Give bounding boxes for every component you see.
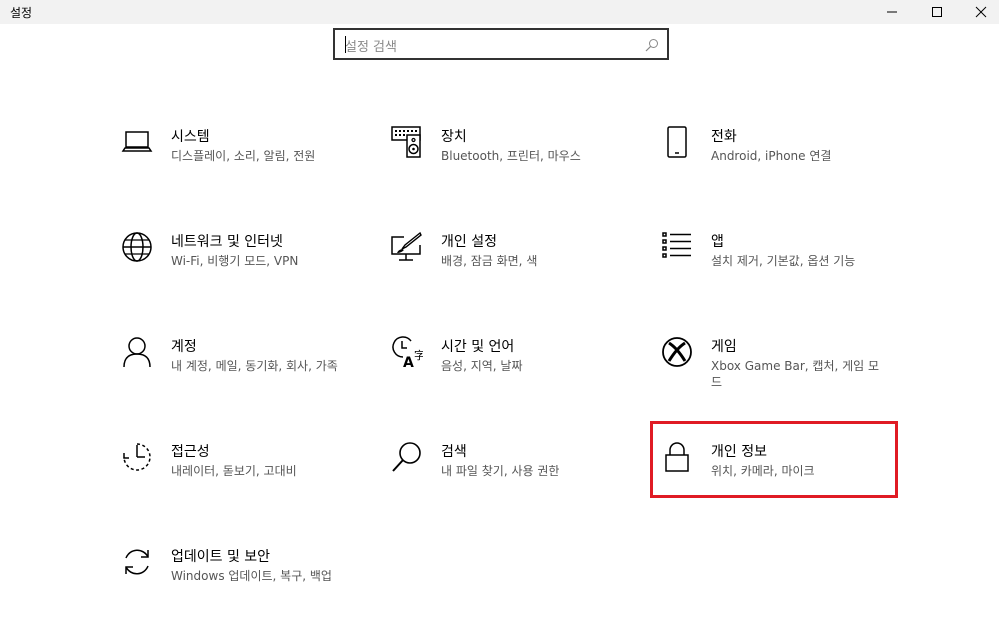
tile-name: 개인 설정: [441, 234, 497, 250]
laptop-icon: [120, 125, 154, 159]
tile-accounts[interactable]: 계정 내 계정, 메일, 동기화, 회사, 가족: [120, 335, 370, 415]
maximize-button[interactable]: [914, 0, 959, 24]
tile-name: 네트워크 및 인터넷: [171, 234, 283, 250]
maximize-icon: [931, 7, 942, 17]
search-input[interactable]: 설정 검색: [333, 28, 669, 60]
globe-icon: [120, 230, 154, 264]
tile-apps[interactable]: 앱 설치 제거, 기본값, 옵션 기능: [660, 230, 910, 310]
keyboard-speaker-icon: [390, 125, 424, 159]
tile-network[interactable]: 네트워크 및 인터넷 Wi-Fi, 비행기 모드, VPN: [120, 230, 370, 310]
close-icon: [975, 6, 986, 18]
phone-icon: [660, 125, 694, 159]
magnifier-icon: [390, 440, 424, 474]
highlight-box: [650, 421, 898, 498]
tile-description: Windows 업데이트, 복구, 백업: [171, 569, 332, 583]
tile-description: 배경, 잠금 화면, 색: [441, 254, 538, 268]
svg-text:A: A: [403, 355, 414, 368]
tile-name: 전화: [711, 129, 737, 145]
minimize-button[interactable]: [869, 0, 914, 24]
tile-description: Android, iPhone 연결: [711, 149, 832, 163]
tile-description: 내 계정, 메일, 동기화, 회사, 가족: [171, 359, 338, 373]
text-caret: [345, 36, 346, 53]
search-placeholder: 설정 검색: [345, 40, 397, 55]
tile-accessibility[interactable]: 접근성 내레이터, 돋보기, 고대비: [120, 440, 370, 520]
tile-name: 계정: [171, 339, 197, 355]
close-button[interactable]: [958, 0, 999, 24]
tile-devices[interactable]: 장치 Bluetooth, 프린터, 마우스: [390, 125, 640, 205]
tile-name: 검색: [441, 444, 467, 460]
tile-name: 시간 및 언어: [441, 339, 515, 355]
minimize-icon: [886, 11, 897, 13]
app-list-icon: [660, 230, 694, 264]
paintbrush-monitor-icon: [390, 230, 424, 264]
tile-description: 음성, 지역, 날짜: [441, 359, 523, 373]
xbox-icon: [660, 335, 694, 369]
tile-personalization[interactable]: 개인 설정 배경, 잠금 화면, 색: [390, 230, 640, 310]
tile-description: 설치 제거, 기본값, 옵션 기능: [711, 254, 856, 268]
tile-description: 디스플레이, 소리, 알림, 전원: [171, 149, 316, 163]
tile-description: 내레이터, 돋보기, 고대비: [171, 464, 297, 478]
tile-name: 장치: [441, 129, 467, 145]
tile-system[interactable]: 시스템 디스플레이, 소리, 알림, 전원: [120, 125, 370, 205]
svg-text:字: 字: [414, 348, 423, 362]
tile-name: 게임: [711, 339, 737, 355]
tile-gaming[interactable]: 게임 Xbox Game Bar, 캡처, 게임 모드: [660, 335, 910, 415]
sync-icon: [120, 545, 154, 579]
tile-name: 앱: [711, 234, 724, 250]
tile-phone[interactable]: 전화 Android, iPhone 연결: [660, 125, 910, 205]
tile-time-language[interactable]: A字 시간 및 언어 음성, 지역, 날짜: [390, 335, 640, 415]
title-bar: 설정: [0, 0, 999, 24]
tile-name: 시스템: [171, 129, 210, 145]
tile-description: Wi-Fi, 비행기 모드, VPN: [171, 254, 299, 268]
tile-name: 접근성: [171, 444, 210, 460]
tile-name: 업데이트 및 보안: [171, 549, 271, 565]
tile-description: Xbox Game Bar, 캡처, 게임 모드: [711, 359, 880, 389]
accessibility-timer-icon: [120, 440, 154, 474]
clock-language-icon: A字: [390, 335, 424, 369]
window-title: 설정: [10, 6, 33, 20]
search-icon[interactable]: [645, 37, 659, 56]
tile-description: Bluetooth, 프린터, 마우스: [441, 149, 581, 163]
tile-search[interactable]: 검색 내 파일 찾기, 사용 권한: [390, 440, 640, 520]
tile-update-security[interactable]: 업데이트 및 보안 Windows 업데이트, 복구, 백업: [120, 545, 370, 625]
tile-description: 내 파일 찾기, 사용 권한: [441, 464, 560, 478]
person-icon: [120, 335, 154, 369]
